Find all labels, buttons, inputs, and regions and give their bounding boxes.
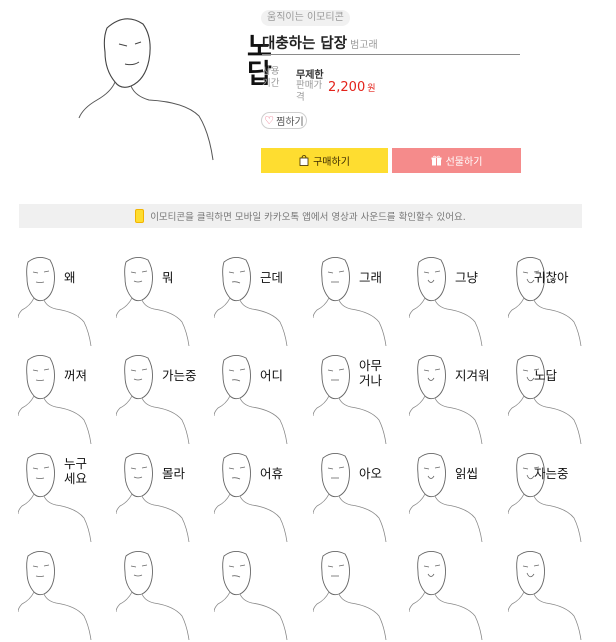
info-text: 이모티콘을 클릭하면 모바일 카카오톡 앱에서 영상과 사운드를 확인할수 있어… [150, 212, 466, 223]
emoticon-item[interactable]: 그래 [313, 252, 413, 348]
emoticon-item[interactable] [18, 546, 118, 642]
emoticon-item[interactable]: 읽씹 [409, 448, 509, 544]
emoticon-item[interactable]: 근데 [214, 252, 314, 348]
emoticon-character-drawing [214, 551, 288, 641]
author-name[interactable]: 범고래 [350, 40, 378, 51]
emoticon-item[interactable]: 지겨워 [409, 350, 509, 446]
emoticon-character-drawing [313, 453, 387, 543]
emoticon-item[interactable]: 뭐 [116, 252, 216, 348]
emoticon-label: 어휴 [260, 466, 284, 481]
emoticon-label: 어디 [260, 368, 284, 383]
emoticon-character-drawing [214, 257, 288, 347]
emoticon-item[interactable]: 어디 [214, 350, 314, 446]
gift-label: 선물하기 [445, 157, 483, 168]
emoticon-character-drawing [116, 257, 190, 347]
emoticon-item[interactable] [409, 546, 509, 642]
emoticon-label: 꺼져 [64, 368, 88, 383]
emoticon-label: 읽씹 [455, 466, 479, 481]
gift-button[interactable]: 선물하기 [392, 148, 521, 173]
title-row: 대충하는 답장 범고래 [262, 32, 520, 55]
phone-icon [135, 209, 145, 223]
emoticon-character-drawing [18, 551, 92, 641]
emoticon-character-drawing [508, 257, 582, 347]
emoticon-item[interactable] [116, 546, 216, 642]
emoticon-label: 왜 [64, 270, 76, 285]
shopping-bag-icon [299, 155, 309, 166]
emoticon-character-drawing [18, 257, 92, 347]
emoticon-item[interactable]: 몰라 [116, 448, 216, 544]
emoticon-character-drawing [214, 355, 288, 445]
emoticon-character-drawing [409, 257, 483, 347]
usage-period-value: 무제한 [296, 70, 324, 81]
emoticon-label: 아무 거나 [359, 358, 383, 388]
emoticon-character-drawing [313, 551, 387, 641]
buy-button[interactable]: 구매하기 [261, 148, 388, 173]
emoticon-character-drawing [409, 453, 483, 543]
emoticon-character-drawing [214, 453, 288, 543]
animated-tag: 움직이는 이모티콘 [261, 10, 350, 26]
emoticon-label: 뭐 [162, 270, 174, 285]
emoticon-item[interactable]: 꺼져 [18, 350, 118, 446]
emoticon-item[interactable] [313, 546, 413, 642]
emoticon-item[interactable]: 자는중 [508, 448, 608, 544]
emoticon-character-drawing [18, 355, 92, 445]
emoticon-label: 근데 [260, 270, 284, 285]
emoticon-character-drawing [508, 551, 582, 641]
emoticon-character-drawing [508, 453, 582, 543]
emoticon-item[interactable]: 아무 거나 [313, 350, 413, 446]
emoticon-character-drawing [116, 355, 190, 445]
emoticon-label: 누구 세요 [64, 456, 88, 486]
like-button[interactable]: ♡ 찜하기 [261, 112, 307, 129]
emoticon-label: 자는중 [534, 466, 569, 481]
emoticon-item[interactable]: 왜 [18, 252, 118, 348]
emoticon-item[interactable]: 노답 [508, 350, 608, 446]
emoticon-item[interactable]: 귀찮아 [508, 252, 608, 348]
emoticon-item[interactable]: 그냥 [409, 252, 509, 348]
price-value: 2,200 원 [328, 80, 376, 95]
emoticon-item[interactable] [508, 546, 608, 642]
info-bar: 이모티콘을 클릭하면 모바일 카카오톡 앱에서 영상과 사운드를 확인할수 있어… [19, 204, 582, 228]
product-title: 대충하는 답장 [262, 36, 348, 52]
price-amount: 2,200 [328, 80, 366, 95]
price-currency: 원 [367, 84, 376, 94]
hero-emoticon: 노답 [75, 8, 272, 163]
emoticon-item[interactable] [214, 546, 314, 642]
emoticon-character-drawing [116, 551, 190, 641]
heart-icon: ♡ [264, 114, 275, 127]
emoticon-label: 아오 [359, 466, 383, 481]
emoticon-character-drawing [313, 257, 387, 347]
hero-character-drawing [78, 18, 214, 161]
buy-label: 구매하기 [313, 157, 350, 168]
emoticon-item[interactable]: 누구 세요 [18, 448, 118, 544]
emoticon-character-drawing [409, 551, 483, 641]
emoticon-item[interactable]: 아오 [313, 448, 413, 544]
emoticon-label: 몰라 [162, 466, 186, 481]
like-label: 찜하기 [276, 117, 304, 128]
emoticon-grid: 왜 뭐 근데 그래 그냥 귀찮아 꺼져 가는중 어디 아무 거나 지겨워 노답 … [0, 240, 616, 641]
emoticon-character-drawing [116, 453, 190, 543]
emoticon-item[interactable]: 어휴 [214, 448, 314, 544]
emoticon-label: 귀찮아 [534, 270, 569, 285]
emoticon-label: 그냥 [455, 270, 479, 285]
emoticon-label: 가는중 [162, 368, 197, 383]
emoticon-label: 노답 [534, 368, 558, 383]
usage-period-label: 사용기간 [262, 66, 280, 89]
emoticon-character-drawing [409, 355, 483, 445]
emoticon-label: 그래 [359, 270, 383, 285]
emoticon-character-drawing [508, 355, 582, 445]
emoticon-label: 지겨워 [455, 368, 490, 383]
price-label: 판매가격 [296, 80, 323, 103]
emoticon-item[interactable]: 가는중 [116, 350, 216, 446]
gift-icon [431, 155, 442, 166]
